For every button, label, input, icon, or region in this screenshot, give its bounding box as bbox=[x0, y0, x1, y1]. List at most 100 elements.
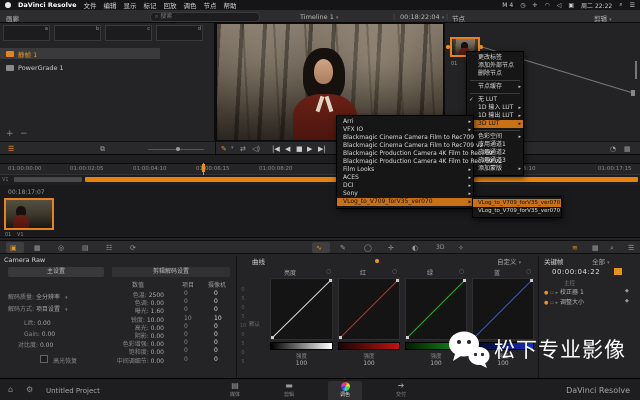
context-menu-item[interactable]: ✓ 添加外部节点 ▸ bbox=[467, 62, 523, 70]
motion-effects-icon[interactable]: ☷ bbox=[106, 244, 112, 252]
lut-menu-item[interactable]: Blackmagic Production Camera 4K Film to … bbox=[337, 150, 493, 158]
notification-center-icon[interactable]: ☰ bbox=[630, 2, 635, 9]
refresh-icon[interactable]: ⟳ bbox=[130, 244, 136, 252]
page-media[interactable]: ▤ 媒体 bbox=[218, 381, 252, 398]
context-menu-item[interactable]: ✓ 删除节点 ▸ bbox=[467, 70, 523, 78]
reset-icon[interactable]: ○ bbox=[326, 268, 331, 275]
grid-view-icon[interactable]: ▦ bbox=[592, 244, 599, 252]
album-stills[interactable]: 静帧 1 bbox=[0, 48, 160, 59]
menu-file[interactable]: 文件 bbox=[84, 0, 97, 10]
camera-raw-row[interactable]: 曝光: 1.60 0 0 bbox=[0, 306, 236, 315]
curve-red[interactable] bbox=[338, 278, 400, 340]
menu-mark[interactable]: 标记 bbox=[144, 0, 157, 10]
red-gradient[interactable] bbox=[338, 342, 400, 350]
viewer-timecode[interactable]: 00:18:22:04 ▾ bbox=[400, 13, 444, 21]
camera-raw-row[interactable]: 阴影: 0.00 0 0 bbox=[0, 331, 236, 340]
context-menu-item[interactable]: ✓ 1D 输入 LUT ▸ bbox=[467, 104, 523, 112]
home-icon[interactable]: ⌂ bbox=[8, 385, 13, 394]
enable-dot[interactable]: ● bbox=[544, 290, 548, 296]
vlog-lut-item[interactable]: VLog_to_V709_forV35_ver070 bbox=[473, 199, 561, 207]
lightbox-icon[interactable]: ▦ bbox=[624, 145, 631, 153]
status-clock-icon[interactable]: ◷ bbox=[520, 2, 525, 9]
keyframes-scope-select[interactable]: 全部 ▾ bbox=[592, 256, 610, 266]
slider-handle[interactable] bbox=[176, 147, 180, 151]
annotate-icon[interactable]: ✎ bbox=[221, 145, 227, 153]
step-forward-button[interactable]: ▶| bbox=[318, 145, 326, 153]
camera-raw-row[interactable]: 中间调细节: 0.00 0 0 bbox=[0, 356, 236, 365]
apple-menu-icon[interactable] bbox=[5, 2, 11, 8]
spotlight-icon[interactable]: ⌕ bbox=[619, 1, 622, 9]
page-deliver[interactable]: ➔ 交付 bbox=[384, 381, 418, 398]
camera-raw-icon[interactable]: ▣ bbox=[10, 244, 17, 252]
node-input-dot[interactable] bbox=[446, 45, 450, 49]
node-output-dot[interactable] bbox=[479, 45, 483, 49]
color-match-icon[interactable]: ▦ bbox=[34, 244, 41, 252]
keyframe-track-corrector1[interactable]: ● ▫ ▸ 校正器 1 bbox=[540, 287, 584, 296]
tab-clip-decode-settings[interactable]: 剪辑解码设置 bbox=[112, 267, 230, 277]
grab-still-icon[interactable]: ⧉ bbox=[100, 145, 105, 154]
camera-raw-row[interactable]: 锐度: 10.00 10 10 bbox=[0, 315, 236, 324]
context-menu-item[interactable]: ✓ 更改标签 ▸ bbox=[467, 54, 523, 62]
play-button[interactable]: ▶ bbox=[307, 145, 312, 153]
context-menu-item[interactable]: ✓ 无 LUT ▸ bbox=[467, 96, 523, 104]
add-album-button[interactable]: + bbox=[6, 130, 14, 139]
clip-segment-gray[interactable] bbox=[14, 177, 82, 182]
keyframe-playhead[interactable] bbox=[614, 268, 622, 275]
resize-viewer-icon[interactable]: ⇄ bbox=[240, 145, 246, 153]
power-window-icon[interactable]: ◯ bbox=[364, 244, 372, 252]
key-icon[interactable]: ✧ bbox=[458, 244, 464, 252]
menubar-clock[interactable]: 周二 22:22 bbox=[581, 1, 612, 10]
blur-icon[interactable]: ◐ bbox=[412, 244, 418, 252]
menu-color[interactable]: 调色 bbox=[184, 0, 197, 10]
menu-nodes[interactable]: 节点 bbox=[204, 0, 217, 10]
keyframe-diamond-icon[interactable]: ◆ bbox=[625, 298, 629, 304]
wifi-icon[interactable]: ◠ bbox=[544, 2, 549, 9]
curves-default-label[interactable]: 默认 bbox=[249, 320, 260, 328]
project-settings-gear-icon[interactable]: ⚙ bbox=[26, 385, 33, 394]
menu-view[interactable]: 显示 bbox=[124, 0, 137, 10]
context-menu-item[interactable]: ✓ 1D 输出 LUT ▸ bbox=[467, 112, 523, 120]
reset-icon[interactable]: ○ bbox=[392, 268, 397, 275]
color-wheels-icon[interactable]: ◎ bbox=[58, 244, 64, 252]
node-panel-scrollbar[interactable] bbox=[635, 61, 637, 79]
highlight-icon[interactable]: ◔ bbox=[610, 145, 616, 153]
vlog-lut-item[interactable]: VLog_to_V709_forV35_ver070 bbox=[473, 207, 561, 215]
goto-start-button[interactable]: |◀ bbox=[272, 145, 280, 153]
scopes-icon[interactable]: ≋ bbox=[572, 244, 578, 252]
lut-menu-item[interactable]: Sony ▸ bbox=[337, 190, 473, 198]
keyframe-track-sizing[interactable]: ● ▫ ▸ 调整大小 bbox=[540, 297, 584, 306]
curves-icon[interactable]: ∿ bbox=[316, 244, 322, 252]
search-input[interactable]: ⌕ 搜索 bbox=[150, 12, 260, 22]
project-name[interactable]: Untitled Project bbox=[46, 387, 100, 395]
red-strength-value[interactable]: 100 bbox=[338, 360, 400, 367]
volume-icon[interactable]: ◁ bbox=[557, 2, 562, 9]
lut-menu-item[interactable]: Blackmagic Production Camera 4K Film to … bbox=[337, 158, 502, 166]
curve-luma[interactable] bbox=[270, 278, 333, 340]
luma-gradient[interactable] bbox=[270, 342, 333, 350]
lock-icon[interactable]: ▫ bbox=[550, 290, 553, 296]
tracker-icon[interactable]: ✛ bbox=[388, 244, 394, 252]
reset-icon[interactable]: ○ bbox=[459, 268, 464, 275]
context-menu-item[interactable]: ✓ 节点缓存 ▸ bbox=[467, 83, 523, 91]
expand-arrow-icon[interactable]: ▸ bbox=[556, 300, 559, 306]
lock-icon[interactable]: ▫ bbox=[550, 300, 553, 306]
menu-edit[interactable]: 编辑 bbox=[104, 0, 117, 10]
lut-menu-item[interactable]: VFX IO ▸ bbox=[337, 126, 473, 134]
timeline-selector[interactable]: Timeline 1 ▾ bbox=[300, 13, 338, 21]
album-powergrade[interactable]: PowerGrade 1 bbox=[0, 62, 160, 73]
camera-raw-row[interactable]: 高光: 0.00 0 0 bbox=[0, 323, 236, 332]
context-menu-item[interactable]: ✓ 添加蒙版 ▸ bbox=[467, 165, 523, 173]
lut-menu-item[interactable]: DCI ▸ bbox=[337, 182, 473, 190]
luma-strength-value[interactable]: 100 bbox=[270, 360, 333, 367]
menu-playback[interactable]: 回放 bbox=[164, 0, 177, 10]
enable-dot[interactable]: ● bbox=[544, 300, 548, 306]
camera-raw-row[interactable]: 色温: 2500 0 0 bbox=[0, 290, 236, 299]
page-color[interactable]: 调色 bbox=[328, 381, 362, 400]
lut-menu-item[interactable]: Arri ▸ bbox=[337, 118, 473, 126]
tab-master-settings[interactable]: 主设置 bbox=[8, 267, 104, 277]
gallery-list-icon[interactable]: ☰ bbox=[8, 145, 14, 153]
step-back-button[interactable]: ◀ bbox=[285, 145, 290, 153]
reset-icon[interactable]: ○ bbox=[526, 268, 531, 275]
options-icon[interactable]: ☰ bbox=[628, 244, 634, 252]
stop-button[interactable]: ■ bbox=[296, 145, 303, 153]
